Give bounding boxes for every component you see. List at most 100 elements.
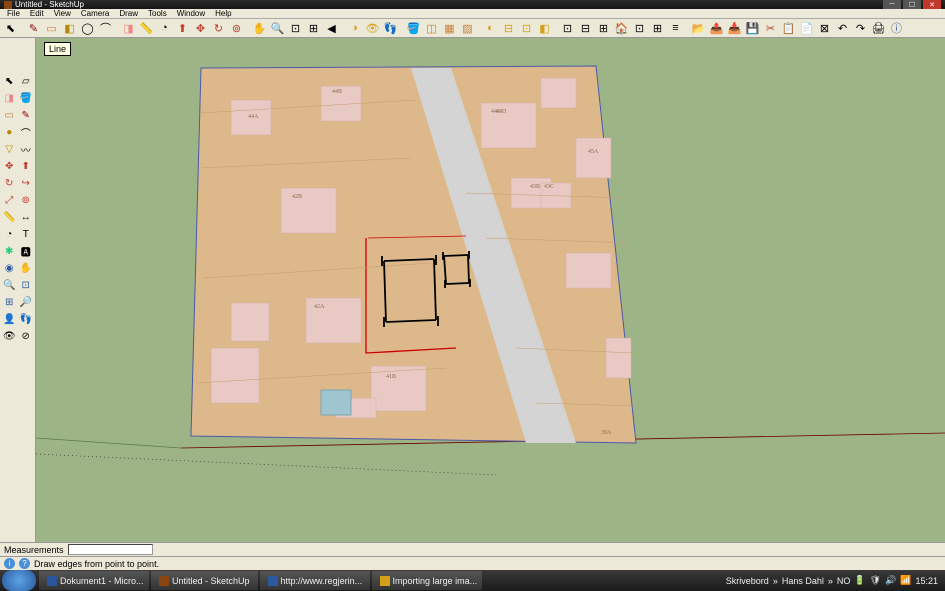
pan2-icon[interactable]: ✋ bbox=[18, 260, 35, 277]
scene-canvas[interactable]: 42A 42B 43B 43C 44A 44B 44C 44D 45A 41B … bbox=[36, 38, 945, 542]
menu-view[interactable]: View bbox=[49, 9, 76, 18]
arc-icon[interactable]: ⌒ bbox=[97, 20, 114, 37]
line-icon[interactable]: ✎ bbox=[18, 107, 35, 124]
maximize-button[interactable]: ☐ bbox=[903, 0, 921, 9]
followme2-icon[interactable]: ↪ bbox=[18, 175, 35, 192]
section2-icon[interactable]: ⊘ bbox=[18, 328, 35, 345]
zoom-window-icon[interactable]: ⊡ bbox=[287, 20, 304, 37]
taskbar-item[interactable]: http://www.regjerin... bbox=[260, 571, 370, 590]
text2-icon[interactable]: T bbox=[18, 226, 35, 243]
circle2-icon[interactable]: ● bbox=[1, 124, 18, 141]
prev2-icon[interactable]: 🔎 bbox=[18, 294, 35, 311]
model-icon[interactable]: 🏠 bbox=[613, 20, 630, 37]
close-button[interactable]: ✕ bbox=[923, 0, 941, 9]
look-icon[interactable]: 👁 bbox=[364, 20, 381, 37]
tray-icon[interactable]: 🔋 bbox=[854, 575, 865, 586]
walk-icon[interactable]: 👣 bbox=[382, 20, 399, 37]
protractor2-icon[interactable]: ◔ bbox=[1, 226, 18, 243]
pushpull-icon[interactable]: ⬆ bbox=[174, 20, 191, 37]
cut-icon[interactable]: ✂ bbox=[762, 20, 779, 37]
bucket-paint-icon[interactable]: 🪣 bbox=[18, 90, 35, 107]
paper-icon[interactable]: ▱ bbox=[18, 73, 35, 90]
dimension-icon[interactable]: ⊡ bbox=[559, 20, 576, 37]
scale2-icon[interactable]: ⤢ bbox=[1, 192, 18, 209]
tray-clock[interactable]: 15:21 bbox=[915, 576, 938, 586]
system-tray[interactable]: Skrivebord » Hans Dahl » NO 🔋 🛡 🔊 📶 15:2… bbox=[719, 575, 945, 586]
layers-icon[interactable]: ≡ bbox=[667, 20, 684, 37]
open-icon[interactable]: 📂 bbox=[690, 20, 707, 37]
walk2-icon[interactable]: 👣 bbox=[18, 311, 35, 328]
text-icon[interactable]: ⊟ bbox=[577, 20, 594, 37]
viewport[interactable]: Line bbox=[36, 38, 945, 542]
save-icon[interactable]: 💾 bbox=[744, 20, 761, 37]
redo-icon[interactable]: ↷ bbox=[852, 20, 869, 37]
status-info-icon[interactable]: i bbox=[4, 558, 15, 569]
dimension2-icon[interactable]: ↔ bbox=[18, 209, 35, 226]
rect2-icon[interactable]: ▭ bbox=[1, 107, 18, 124]
circle-icon[interactable]: ◯ bbox=[79, 20, 96, 37]
component-icon[interactable]: ◫ bbox=[423, 20, 440, 37]
pencil-icon[interactable]: ✎ bbox=[25, 20, 42, 37]
eraser-icon[interactable]: ◨ bbox=[120, 20, 137, 37]
info-icon[interactable]: ⓘ bbox=[888, 20, 905, 37]
help-icon[interactable]: 🖨 bbox=[870, 20, 887, 37]
previous-icon[interactable]: ◀ bbox=[323, 20, 340, 37]
axes-icon[interactable]: ⊞ bbox=[595, 20, 612, 37]
taskbar-item[interactable]: Untitled - SketchUp bbox=[151, 571, 258, 590]
texture-icon[interactable]: ▨ bbox=[459, 20, 476, 37]
tray-icon[interactable]: 🛡 bbox=[870, 575, 881, 586]
rotate-icon[interactable]: ↻ bbox=[210, 20, 227, 37]
polygon-icon[interactable]: ▽ bbox=[1, 141, 18, 158]
undo-icon[interactable]: ↶ bbox=[834, 20, 851, 37]
tray-lang[interactable]: NO bbox=[837, 576, 851, 586]
zoom2-icon[interactable]: 🔍 bbox=[1, 277, 18, 294]
export-icon[interactable]: 📤 bbox=[708, 20, 725, 37]
menu-camera[interactable]: Camera bbox=[76, 9, 114, 18]
menu-window[interactable]: Window bbox=[172, 9, 210, 18]
tray-icon[interactable]: 🔊 bbox=[885, 575, 896, 586]
rect-icon[interactable]: ▭ bbox=[43, 20, 60, 37]
paint-icon[interactable]: 🪣 bbox=[405, 20, 422, 37]
tray-icon[interactable]: 📶 bbox=[900, 575, 911, 586]
print-icon[interactable]: ⊠ bbox=[816, 20, 833, 37]
zoomext2-icon[interactable]: ⊞ bbox=[1, 294, 18, 311]
protractor-icon[interactable]: ◔ bbox=[156, 20, 173, 37]
taskbar-item[interactable]: Dokument1 - Micro... bbox=[39, 571, 149, 590]
menu-draw[interactable]: Draw bbox=[114, 9, 143, 18]
pan-icon[interactable]: ✋ bbox=[251, 20, 268, 37]
select-icon[interactable]: ⬉ bbox=[2, 20, 19, 37]
look2-icon[interactable]: 👁 bbox=[1, 328, 18, 345]
warehouse-icon[interactable]: 📥 bbox=[726, 20, 743, 37]
rotate2-icon[interactable]: ↻ bbox=[1, 175, 18, 192]
menu-help[interactable]: Help bbox=[210, 9, 236, 18]
status-help-icon[interactable]: ? bbox=[19, 558, 30, 569]
minimize-button[interactable]: ─ bbox=[883, 0, 901, 9]
group-icon[interactable]: ▦ bbox=[441, 20, 458, 37]
xray-icon[interactable]: ⊟ bbox=[500, 20, 517, 37]
cursor-icon[interactable]: ⬉ bbox=[1, 73, 18, 90]
move2-icon[interactable]: ✥ bbox=[1, 158, 18, 175]
building-icon[interactable]: ⊡ bbox=[631, 20, 648, 37]
menu-edit[interactable]: Edit bbox=[25, 9, 49, 18]
offset2-icon[interactable]: ⊚ bbox=[18, 192, 35, 209]
axes2-icon[interactable]: ✱ bbox=[1, 243, 18, 260]
tape-icon[interactable]: 📏 bbox=[138, 20, 155, 37]
styles-icon[interactable]: ◧ bbox=[536, 20, 553, 37]
tape2-icon[interactable]: 📏 bbox=[1, 209, 18, 226]
menu-tools[interactable]: Tools bbox=[143, 9, 172, 18]
shadow-icon[interactable]: ◐ bbox=[482, 20, 499, 37]
zoom-icon[interactable]: 🔍 bbox=[269, 20, 286, 37]
zoomwin2-icon[interactable]: ⊡ bbox=[18, 277, 35, 294]
orbit-icon[interactable]: ◑ bbox=[346, 20, 363, 37]
menu-file[interactable]: File bbox=[2, 9, 25, 18]
copy-icon[interactable]: 📋 bbox=[780, 20, 797, 37]
house-icon[interactable]: ⊞ bbox=[649, 20, 666, 37]
position-icon[interactable]: 👤 bbox=[1, 311, 18, 328]
orbit2-icon[interactable]: ◉ bbox=[1, 260, 18, 277]
tray-desktop[interactable]: Skrivebord bbox=[726, 576, 769, 586]
measurements-input[interactable] bbox=[68, 544, 153, 555]
pushpull2-icon[interactable]: ⬆ bbox=[18, 158, 35, 175]
start-button[interactable] bbox=[2, 570, 36, 591]
eraser2-icon[interactable]: ◨ bbox=[1, 90, 18, 107]
freehand-icon[interactable]: 〰 bbox=[18, 141, 35, 158]
